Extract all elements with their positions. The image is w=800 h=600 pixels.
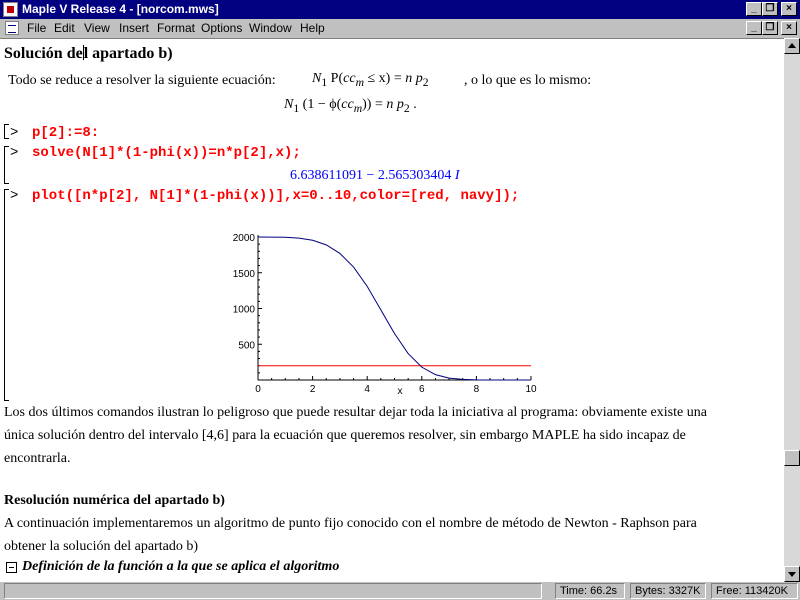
eq1-cc-sub: m xyxy=(355,75,364,89)
plot-ticks: 0 2 4 6 8 10 500 1000 1500 2000 x xyxy=(233,233,537,395)
scroll-up-arrow-icon[interactable] xyxy=(784,38,800,54)
status-message xyxy=(4,583,542,599)
series-line-2 xyxy=(257,236,531,381)
status-bytes: Bytes: 3327K xyxy=(630,583,706,599)
plot-axes xyxy=(257,235,531,381)
plot-series xyxy=(257,236,531,381)
execution-group-bracket[interactable] xyxy=(4,189,9,401)
menu-insert[interactable]: Insert xyxy=(119,21,149,35)
menu-view[interactable]: View xyxy=(84,21,110,35)
x-tick-label: 8 xyxy=(474,384,480,395)
paragraph-1-line-3: encontrarla. xyxy=(4,451,71,466)
worksheet[interactable]: Solución del apartado b) Todo se reduce … xyxy=(0,38,784,582)
eq1-p: P( xyxy=(327,71,344,86)
y-tick-label: 1000 xyxy=(233,305,256,316)
menu-file[interactable]: File xyxy=(27,21,46,35)
eq1-cc: cc xyxy=(343,71,356,86)
x-tick-label: 2 xyxy=(310,384,316,395)
title-bar[interactable]: Maple V Release 4 - [norcom.mws] _ ❐ × xyxy=(0,0,800,19)
window-title: Maple V Release 4 - [norcom.mws] xyxy=(22,2,219,16)
input-prompt: > xyxy=(10,188,19,204)
status-bar: Time: 66.2s Bytes: 3327K Free: 113420K xyxy=(0,582,800,600)
heading-text-1: Solución de xyxy=(4,45,83,62)
subsection-title[interactable]: Definición de la función a la que se apl… xyxy=(22,559,339,575)
intro-text: Todo se reduce a resolver la siguiente e… xyxy=(8,73,276,88)
vertical-scrollbar[interactable] xyxy=(784,38,800,582)
eq2-np: n p xyxy=(386,97,404,112)
doc-restore-button[interactable]: ❐ xyxy=(762,21,778,35)
y-tick-label: 500 xyxy=(238,340,255,351)
eq1-np-sub: 2 xyxy=(422,75,429,89)
paragraph-1-line-1: Los dos últimos comandos ilustran lo pel… xyxy=(4,405,707,420)
x-tick-label: 4 xyxy=(364,384,370,395)
restore-button[interactable]: ❐ xyxy=(762,2,778,16)
solve-output-imag: I xyxy=(454,168,460,183)
y-tick-label: 2000 xyxy=(233,233,256,244)
heading-text-2: l apartado b) xyxy=(83,45,173,62)
minimize-button[interactable]: _ xyxy=(746,2,762,16)
status-time: Time: 66.2s xyxy=(555,583,625,599)
intro-tail-text: , o lo que es lo mismo: xyxy=(464,73,592,88)
menu-format[interactable]: Format xyxy=(157,21,195,35)
eq2-end: . xyxy=(409,97,417,112)
maple-app-icon[interactable] xyxy=(3,2,18,17)
paragraph-2-line-2: obtener la solución del apartado b) xyxy=(4,539,198,554)
eq1-rel: ≤ x) = xyxy=(363,71,406,86)
menu-options[interactable]: Options xyxy=(201,21,242,35)
execution-group-bracket[interactable] xyxy=(4,124,9,139)
solve-output: 6.638611091 − 2.565303404 I xyxy=(290,168,460,184)
section-heading-apartado-b: Solución del apartado b) xyxy=(4,45,173,63)
input-prompt: > xyxy=(10,125,19,141)
eq1-np: n p xyxy=(405,71,423,86)
status-free: Free: 113420K xyxy=(711,583,798,599)
menu-window[interactable]: Window xyxy=(249,21,292,35)
eq2-n: N xyxy=(284,97,294,112)
solve-output-real: 6.638611091 − 2.565303404 xyxy=(290,168,455,183)
eq1-n: N xyxy=(312,71,322,86)
maple-input-plot[interactable]: plot([n*p[2], N[1]*(1-phi(x))],x=0..10,c… xyxy=(32,188,519,204)
x-tick-label: 10 xyxy=(525,384,537,395)
paragraph-1-line-2: única solución dentro del intervalo [4,6… xyxy=(4,428,686,443)
plot-output[interactable]: 0 2 4 6 8 10 500 1000 1500 2000 x xyxy=(228,227,548,395)
close-button[interactable]: × xyxy=(781,2,797,16)
eq2-cc-sub: m xyxy=(353,101,363,115)
scrollbar-thumb[interactable] xyxy=(784,450,800,466)
x-axis-label: x xyxy=(397,386,402,395)
section-heading-newton: Resolución numérica del apartado b) xyxy=(4,493,225,508)
menu-bar: File Edit View Insert Format Options Win… xyxy=(0,19,800,38)
maple-input-solve[interactable]: solve(N[1]*(1-phi(x))=n*p[2],x); xyxy=(32,145,301,161)
maple-input-p2[interactable]: p[2]:=8: xyxy=(32,125,99,141)
scroll-down-arrow-icon[interactable] xyxy=(784,566,800,582)
eq2-close: )) = xyxy=(362,97,387,112)
paragraph-2-line-1: A continuación implementaremos un algori… xyxy=(4,516,697,531)
eq2-cc: cc xyxy=(341,97,354,112)
y-tick-label: 1500 xyxy=(233,269,256,280)
x-tick-label: 6 xyxy=(419,384,425,395)
x-tick-label: 0 xyxy=(255,384,261,395)
section-collapse-toggle[interactable] xyxy=(6,562,17,573)
input-prompt: > xyxy=(10,145,19,161)
doc-minimize-button[interactable]: _ xyxy=(746,21,762,35)
document-icon[interactable] xyxy=(5,21,19,35)
equation-2: N1 (1 − ϕ(ccm)) = n p2 . xyxy=(284,97,417,115)
eq2-body: (1 − ϕ( xyxy=(299,97,342,112)
doc-close-button[interactable]: × xyxy=(781,21,797,35)
menu-edit[interactable]: Edit xyxy=(54,21,75,35)
equation-1: N1 P(ccm ≤ x) = n p2 xyxy=(312,71,429,89)
menu-help[interactable]: Help xyxy=(300,21,325,35)
execution-group-bracket[interactable] xyxy=(4,146,9,184)
